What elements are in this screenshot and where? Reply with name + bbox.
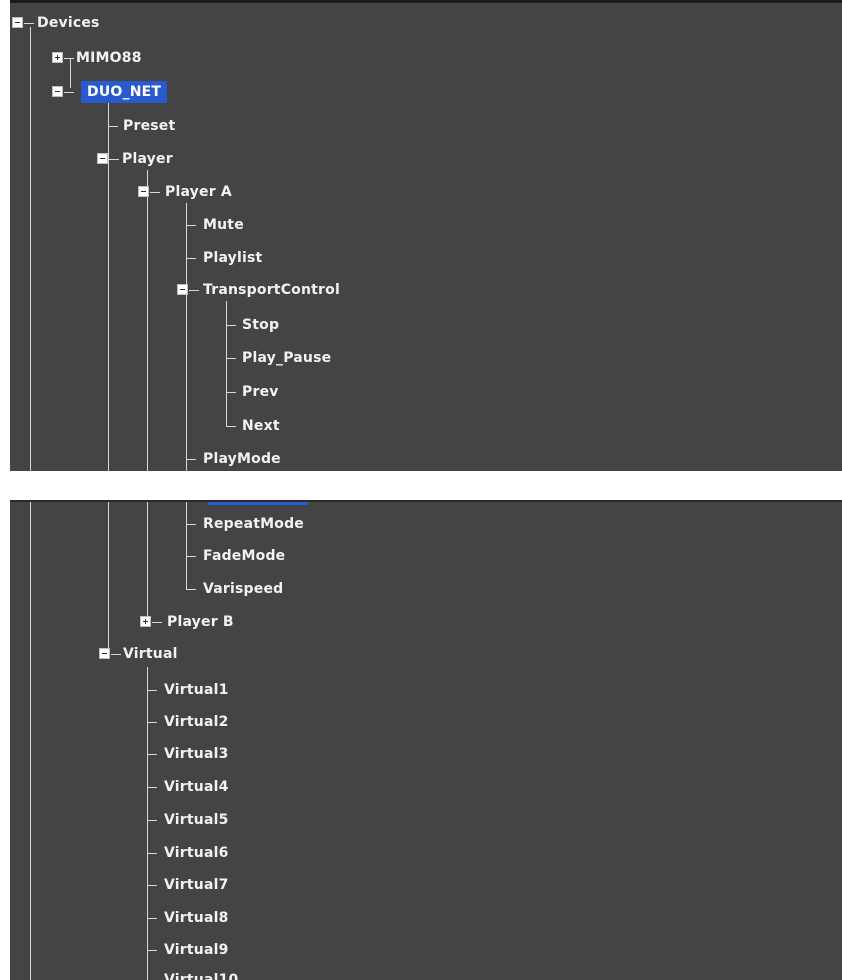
tree-node-devices[interactable]: Devices (37, 12, 100, 34)
tree-connector (109, 159, 119, 160)
tree-node-virtual-item[interactable]: Virtual7 (164, 874, 229, 896)
tree-node-player-a[interactable]: Player A (165, 181, 232, 203)
tree-connector (147, 690, 157, 691)
tree-node-play-mode[interactable]: PlayMode (203, 448, 281, 470)
tree-line (147, 667, 148, 980)
tree-node-duo-net[interactable]: DUO_NET (81, 81, 168, 103)
tree-node-next[interactable]: Next (242, 415, 280, 437)
tree-connector (186, 258, 196, 259)
tree-node-play-pause[interactable]: Play_Pause (242, 347, 331, 369)
tree-connector (189, 290, 199, 291)
tree-node-virtual-item[interactable]: Virtual6 (164, 842, 229, 864)
tree-connector (24, 23, 34, 24)
tree-line (147, 502, 148, 618)
expand-plus-icon[interactable] (140, 616, 151, 627)
tree-line (108, 101, 109, 471)
tree-connector (147, 722, 157, 723)
tree-node-virtual-item[interactable]: Virtual9 (164, 939, 229, 961)
tree-connector (186, 589, 196, 590)
tree-node-virtual-item[interactable]: Virtual4 (164, 776, 229, 798)
tree-line (226, 301, 227, 427)
selection-highlight-edge (208, 502, 308, 505)
tree-connector (108, 126, 118, 127)
tree-connector (147, 787, 157, 788)
expand-plus-icon[interactable] (52, 52, 63, 63)
tree-line (30, 27, 31, 471)
tree-node-virtual-item[interactable]: Virtual2 (164, 711, 229, 733)
tree-node-repeat-mode[interactable]: RepeatMode (203, 513, 304, 535)
tree-connector (147, 754, 157, 755)
collapse-minus-icon[interactable] (177, 284, 188, 295)
tree-connector (186, 225, 196, 226)
tree-view-bottom: RepeatMode FadeMode Varispeed Player B V… (10, 500, 842, 980)
tree-connector (226, 358, 236, 359)
tree-connector (186, 524, 196, 525)
tree-node-varispeed[interactable]: Varispeed (203, 578, 283, 600)
tree-node-player[interactable]: Player (122, 148, 173, 170)
collapse-minus-icon[interactable] (52, 86, 63, 97)
tree-node-mute[interactable]: Mute (203, 214, 244, 236)
tree-connector (147, 918, 157, 919)
tree-node-virtual[interactable]: Virtual (123, 643, 178, 665)
tree-connector (152, 622, 162, 623)
collapse-minus-icon[interactable] (97, 153, 108, 164)
collapse-minus-icon[interactable] (12, 17, 23, 28)
tree-connector (226, 426, 236, 427)
tree-connector (186, 459, 196, 460)
tree-line (70, 58, 71, 88)
tree-node-stop[interactable]: Stop (242, 314, 279, 336)
tree-node-playlist[interactable]: Playlist (203, 247, 262, 269)
tree-node-mimo88[interactable]: MIMO88 (76, 47, 142, 69)
tree-node-player-b[interactable]: Player B (167, 611, 234, 633)
tree-node-preset[interactable]: Preset (123, 115, 175, 137)
tree-node-virtual-item[interactable]: Virtual1 (164, 679, 229, 701)
tree-connector (147, 820, 157, 821)
tree-connector (147, 853, 157, 854)
tree-node-virtual-item[interactable]: Virtual8 (164, 907, 229, 929)
tree-connector (147, 885, 157, 886)
tree-connector (226, 392, 236, 393)
tree-connector (111, 654, 121, 655)
tree-connector (64, 92, 74, 93)
tree-view-top: Devices MIMO88 DUO_NET Preset Player Pla… (10, 0, 842, 471)
tree-line (186, 203, 187, 471)
tree-line (147, 170, 148, 471)
tree-node-virtual-item[interactable]: Virtual10 (164, 969, 238, 980)
tree-line (108, 502, 109, 648)
tree-connector (186, 556, 196, 557)
tree-node-virtual-item[interactable]: Virtual5 (164, 809, 229, 831)
tree-node-prev[interactable]: Prev (242, 381, 279, 403)
tree-line (186, 502, 187, 589)
tree-line (30, 502, 31, 980)
tree-connector (150, 192, 160, 193)
tree-connector (226, 325, 236, 326)
collapse-minus-icon[interactable] (138, 186, 149, 197)
tree-node-transport-control[interactable]: TransportControl (203, 279, 340, 301)
tree-connector (147, 950, 157, 951)
tree-node-virtual-item[interactable]: Virtual3 (164, 743, 229, 765)
tree-connector (64, 58, 74, 59)
collapse-minus-icon[interactable] (99, 648, 110, 659)
tree-node-fade-mode[interactable]: FadeMode (203, 545, 285, 567)
